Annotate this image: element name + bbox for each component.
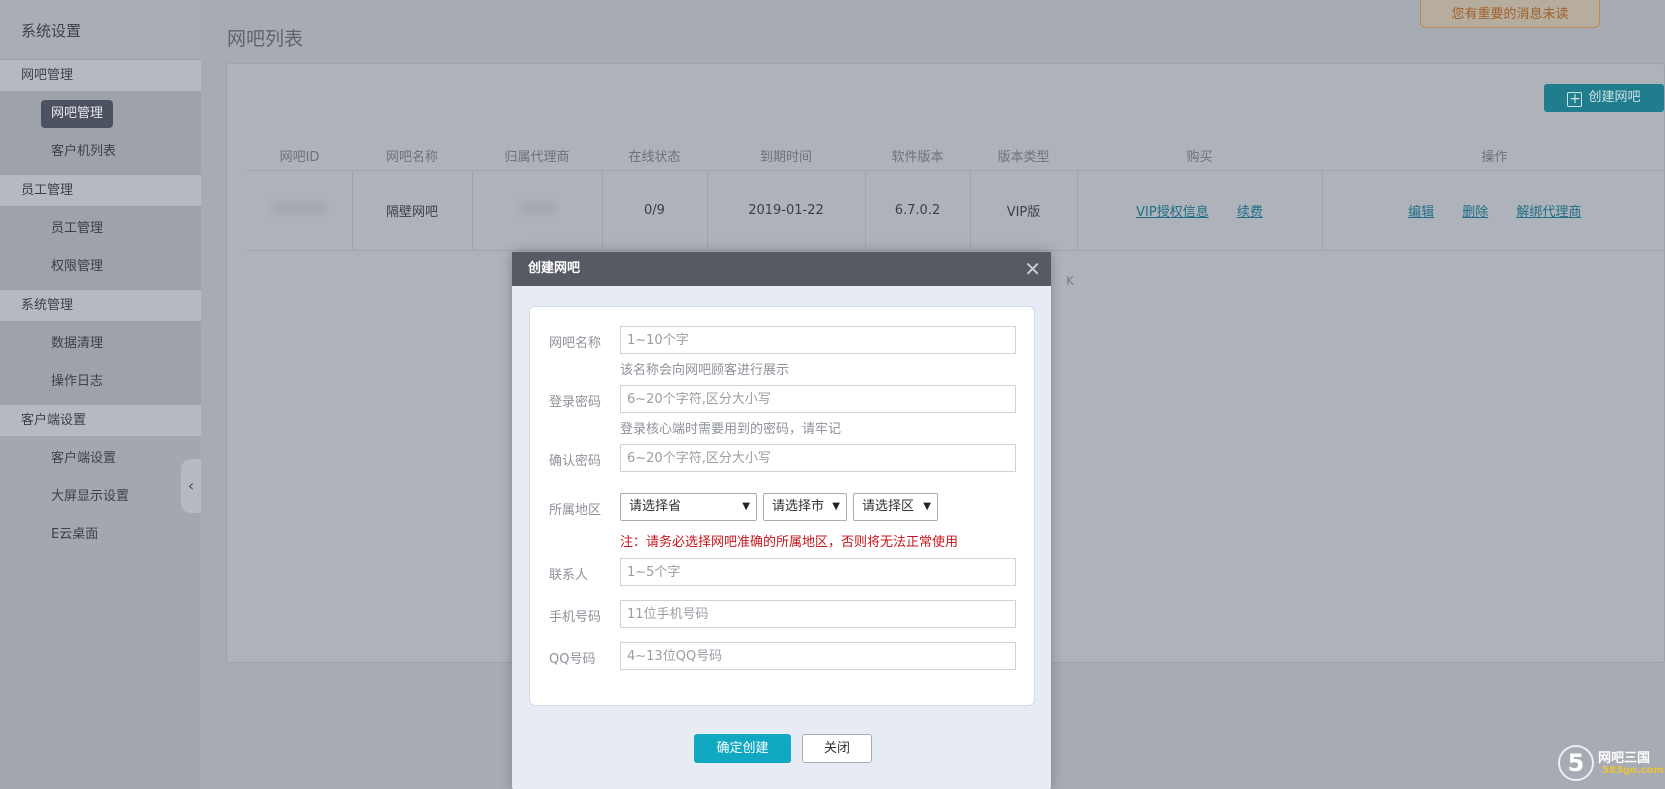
dialog-header: 创建网吧 ✕ [512, 252, 1051, 286]
confirm-create-button[interactable]: 确定创建 [694, 734, 791, 763]
delete-link[interactable]: 删除 [1462, 205, 1488, 220]
close-icon[interactable]: ✕ [1024, 252, 1041, 286]
sidebar-group-netcafe[interactable]: 网吧管理 [0, 60, 201, 91]
sidebar-group-system[interactable]: 系统管理 [0, 290, 201, 321]
dropdown-caret-icon: ▼ [923, 501, 931, 512]
cell-version: 6.7.0.2 [865, 170, 971, 251]
sidebar-item-big-screen[interactable]: 大屏显示设置 [0, 478, 201, 516]
name-hint: 该名称会向网吧顾客进行展示 [620, 363, 790, 378]
page-title: 网吧列表 [227, 28, 304, 50]
col-version: 软件版本 [865, 142, 970, 171]
renew-link[interactable]: 续费 [1237, 205, 1263, 220]
password-input[interactable] [620, 385, 1016, 413]
cell-edition: VIP版 [970, 170, 1078, 251]
name-label: 网吧名称 [549, 336, 602, 351]
region-label: 所属地区 [549, 503, 602, 518]
district-select[interactable]: 请选择区 ▼ [853, 493, 938, 521]
province-select[interactable]: 请选择省 ▼ [620, 493, 757, 521]
password-hint: 登录核心端时需要用到的密码，请牢记 [620, 422, 842, 437]
col-agent: 归属代理商 [472, 142, 602, 171]
confirm-password-label: 确认密码 [549, 454, 602, 469]
cell-agent-redacted [472, 170, 603, 251]
watermark-site: 583go.com [1602, 765, 1664, 776]
col-expire: 到期时间 [707, 142, 865, 171]
unbind-agent-link[interactable]: 解绑代理商 [1516, 205, 1581, 220]
sidebar: 系统设置 网吧管理 网吧管理 客户机列表 员工管理 员工管理 权限管理 系统管理… [0, 0, 201, 789]
sidebar-collapse-icon[interactable]: ‹ [181, 459, 201, 513]
qq-input[interactable] [620, 642, 1016, 670]
sidebar-group-staff[interactable]: 员工管理 [0, 175, 201, 206]
netcafe-name-input[interactable] [620, 326, 1016, 354]
netcafe-table: 网吧ID 网吧名称 归属代理商 在线状态 到期时间 软件版本 版本类型 购买 操… [247, 142, 1665, 251]
sidebar-group-client-settings[interactable]: 客户端设置 [0, 405, 201, 436]
cell-expire: 2019-01-22 [707, 170, 866, 251]
sidebar-item-permissions[interactable]: 权限管理 [0, 248, 201, 286]
sidebar-item-staff-manage[interactable]: 员工管理 [0, 210, 201, 248]
table-row: 隔壁网吧 0/9 2019-01-22 6.7.0.2 VIP版 VIP授权信息… [247, 170, 1665, 251]
col-id: 网吧ID [247, 142, 352, 171]
create-netcafe-button[interactable]: + 创建网吧 [1544, 84, 1664, 112]
sidebar-item-ecloud-desktop[interactable]: E云桌面 [0, 516, 201, 554]
cell-id-redacted [247, 170, 353, 251]
watermark-title: 网吧三国 [1598, 751, 1651, 766]
cell-name: 隔壁网吧 [352, 170, 473, 251]
pager-last-icon[interactable]: K [1066, 274, 1074, 288]
vip-license-link[interactable]: VIP授权信息 [1136, 205, 1209, 220]
cell-actions: 编辑 删除 解绑代理商 [1322, 170, 1665, 251]
cell-online: 0/9 [602, 170, 708, 251]
phone-input[interactable] [620, 600, 1016, 628]
unread-notice[interactable]: 您有重要的消息未读 [1420, 0, 1600, 28]
cell-buy: VIP授权信息 续费 [1077, 170, 1323, 251]
sidebar-item-netcafe-manage[interactable]: 网吧管理 [0, 95, 201, 133]
col-actions: 操作 [1322, 142, 1665, 171]
sidebar-item-client-list[interactable]: 客户机列表 [0, 133, 201, 171]
sidebar-item-client-settings[interactable]: 客户端设置 [0, 440, 201, 478]
city-select[interactable]: 请选择市 ▼ [763, 493, 847, 521]
contact-input[interactable] [620, 558, 1016, 586]
watermark-logo: 5 网吧三国 583go.com [1558, 745, 1664, 787]
col-name: 网吧名称 [352, 142, 472, 171]
sidebar-title: 系统设置 [0, 0, 201, 60]
sidebar-item-data-cleanup[interactable]: 数据清理 [0, 325, 201, 363]
create-netcafe-dialog: 创建网吧 ✕ 网吧名称 该名称会向网吧顾客进行展示 登录密码 登录核心端时需要用… [512, 252, 1051, 789]
col-online: 在线状态 [602, 142, 707, 171]
dialog-title: 创建网吧 [528, 261, 581, 276]
edit-link[interactable]: 编辑 [1408, 205, 1434, 220]
dropdown-caret-icon: ▼ [742, 501, 750, 512]
contact-label: 联系人 [549, 568, 589, 583]
plus-icon: + [1567, 91, 1583, 107]
qq-label: QQ号码 [549, 652, 596, 667]
password-label: 登录密码 [549, 395, 602, 410]
watermark-icon: 5 [1558, 745, 1594, 781]
confirm-password-input[interactable] [620, 444, 1016, 472]
col-buy: 购买 [1077, 142, 1322, 171]
col-edition: 版本类型 [970, 142, 1077, 171]
dropdown-caret-icon: ▼ [832, 501, 840, 512]
phone-label: 手机号码 [549, 610, 602, 625]
region-warning: 注：请务必选择网吧准确的所属地区，否则将无法正常使用 [620, 535, 959, 550]
close-dialog-button[interactable]: 关闭 [802, 734, 872, 763]
create-form: 网吧名称 该名称会向网吧顾客进行展示 登录密码 登录核心端时需要用到的密码，请牢… [529, 306, 1035, 706]
sidebar-item-operation-log[interactable]: 操作日志 [0, 363, 201, 401]
